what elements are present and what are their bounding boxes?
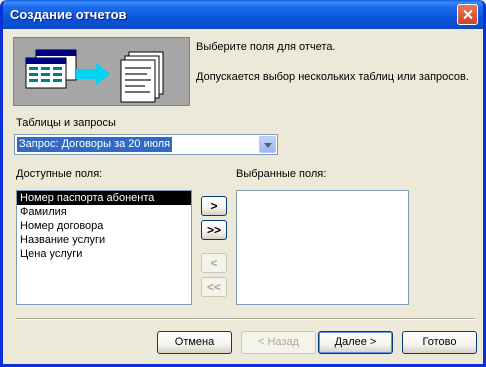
intro-line-2: Допускается выбор нескольких таблиц или … — [196, 71, 469, 83]
selected-fields-list[interactable] — [236, 190, 409, 305]
list-item[interactable]: Название услуги — [17, 233, 191, 247]
separator — [16, 318, 475, 320]
list-item[interactable]: Фамилия — [17, 205, 191, 219]
remove-field-button[interactable]: < — [201, 253, 227, 273]
next-button[interactable]: Далее > — [318, 331, 393, 354]
window-title: Создание отчетов — [10, 7, 127, 22]
chevron-down-icon[interactable] — [259, 136, 276, 153]
available-fields-list[interactable]: Номер паспорта абонента Фамилия Номер до… — [16, 190, 192, 305]
list-item[interactable]: Номер договора — [17, 219, 191, 233]
finish-button[interactable]: Готово — [402, 331, 477, 354]
intro-line-1: Выберите поля для отчета. — [196, 41, 336, 53]
close-icon[interactable] — [457, 4, 478, 25]
list-item[interactable]: Номер паспорта абонента — [17, 191, 191, 205]
combobox-selected-value: Запрос: Договоры за 20 июля — [17, 137, 173, 152]
list-item[interactable]: Цена услуги — [17, 247, 191, 261]
add-all-fields-button[interactable]: >> — [201, 220, 227, 240]
title-bar[interactable]: Создание отчетов — [3, 0, 483, 29]
remove-all-fields-button[interactable]: << — [201, 277, 227, 297]
back-button[interactable]: < Назад — [241, 331, 316, 354]
cancel-button[interactable]: Отмена — [157, 331, 232, 354]
selected-fields-label: Выбранные поля: — [236, 168, 327, 180]
add-field-button[interactable]: > — [201, 196, 227, 216]
report-wizard-window: Создание отчетов Выберите поля для отчет… — [0, 0, 486, 367]
available-fields-label: Доступные поля: — [16, 168, 103, 180]
tables-combobox[interactable]: Запрос: Договоры за 20 июля — [14, 134, 278, 155]
tables-to-report-icon — [25, 49, 164, 103]
wizard-illustration — [13, 37, 190, 106]
tables-label: Таблицы и запросы — [16, 117, 116, 129]
